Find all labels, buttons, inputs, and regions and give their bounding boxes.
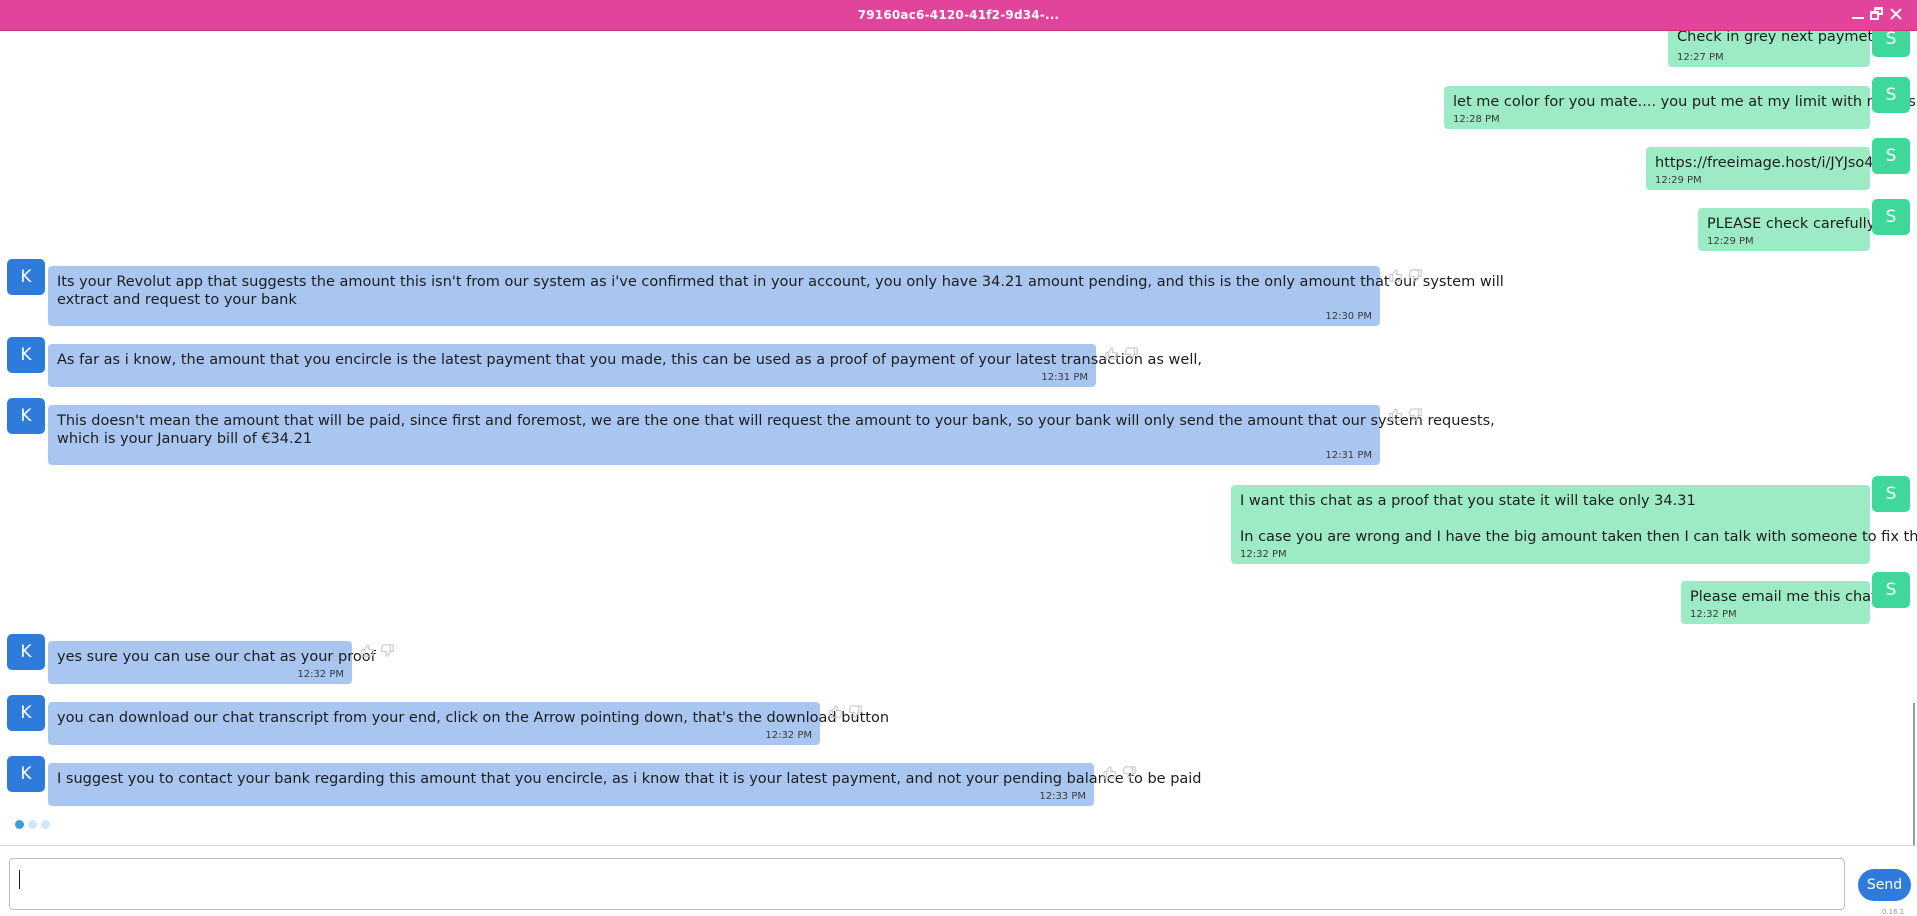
message-timestamp: 12:27 PM <box>1677 52 1724 63</box>
user-avatar: S <box>1872 31 1910 57</box>
chat-transcript[interactable]: Check in grey next paymetn 12:27 PM Slet m… <box>0 31 1917 845</box>
close-icon[interactable] <box>1888 6 1904 22</box>
message-text: Check in grey next paymetn <box>1677 31 1883 45</box>
agent-message-bubble: As far as i know, the amount that you en… <box>48 344 1202 387</box>
thumbs-up-icon[interactable] <box>1388 407 1403 422</box>
message-timestamp: 12:33 PM <box>1039 791 1086 802</box>
message-text: Please email me this chat. <box>1690 589 1882 605</box>
thumbs-up-icon[interactable] <box>1102 765 1117 780</box>
message-text: https://freeimage.host/i/JYJso4R <box>1655 155 1884 171</box>
message-text: you can download our chat transcript fro… <box>57 710 890 726</box>
thumbs-up-icon[interactable] <box>1388 268 1403 283</box>
window-title: 79160ac6-4120-41f2-9d34-... <box>857 8 1060 22</box>
agent-avatar: K <box>7 337 45 373</box>
agent-avatar: K <box>7 756 45 792</box>
user-avatar: S <box>1872 77 1910 113</box>
message-rating <box>828 704 868 720</box>
message-timestamp: 12:32 PM <box>1240 549 1287 560</box>
thumbs-down-icon[interactable] <box>1124 346 1139 361</box>
agent-message-bubble: This doesn't mean the amount that will b… <box>48 405 1495 465</box>
title-bar: 79160ac6-4120-41f2-9d34-... <box>0 0 1917 31</box>
thumbs-down-icon[interactable] <box>848 704 863 719</box>
typing-dot <box>28 820 37 829</box>
agent-avatar: K <box>7 695 45 731</box>
thumbs-down-icon[interactable] <box>380 643 395 658</box>
message-text: let me color for you mate.... you put me… <box>1453 94 1916 110</box>
message-rating <box>1388 268 1428 284</box>
user-message-bubble: Check in grey next paymetn 12:27 PM <box>1668 31 1883 67</box>
agent-avatar: K <box>7 259 45 295</box>
thumbs-down-icon[interactable] <box>1122 765 1137 780</box>
message-text: yes sure you can use our chat as your pr… <box>57 649 376 665</box>
agent-avatar: K <box>7 634 45 670</box>
message-rating <box>1102 765 1142 781</box>
message-text: Its your Revolut app that suggests the a… <box>57 274 1504 290</box>
message-input[interactable] <box>9 858 1845 910</box>
user-message-bubble: let me color for you mate.... you put me… <box>1444 86 1916 129</box>
user-avatar: S <box>1872 476 1910 512</box>
message-rating <box>1388 407 1428 423</box>
send-button[interactable]: Send <box>1858 869 1911 901</box>
typing-dot <box>15 820 24 829</box>
message-text: I want this chat as a proof that you sta… <box>1240 493 1696 509</box>
thumbs-up-icon[interactable] <box>360 643 375 658</box>
message-rating <box>360 643 400 659</box>
message-text: As far as i know, the amount that you en… <box>57 352 1202 368</box>
agent-avatar: K <box>7 398 45 434</box>
message-rating <box>1104 346 1144 362</box>
thumbs-down-icon[interactable] <box>1408 268 1423 283</box>
user-message-bubble: https://freeimage.host/i/JYJso4R 12:29 PM <box>1646 147 1884 190</box>
user-avatar: S <box>1872 199 1910 235</box>
typing-dot <box>41 820 50 829</box>
message-text: I suggest you to contact your bank regar… <box>57 771 1202 787</box>
message-timestamp: 12:29 PM <box>1707 236 1754 247</box>
message-text: extract and request to your bank <box>57 292 297 308</box>
message-composer: Send 0.16.1 <box>0 845 1917 916</box>
agent-message-bubble: I suggest you to contact your bank regar… <box>48 763 1202 806</box>
message-timestamp: 12:31 PM <box>1041 372 1088 383</box>
message-timestamp: 12:30 PM <box>1325 311 1372 322</box>
message-text: This doesn't mean the amount that will b… <box>57 413 1495 429</box>
message-text: which is your January bill of €34.21 <box>57 431 313 447</box>
text-caret <box>19 870 20 889</box>
agent-message-bubble: Its your Revolut app that suggests the a… <box>48 266 1504 326</box>
chat-scrollbar[interactable] <box>1913 703 1915 845</box>
user-message-bubble: Please email me this chat. 12:32 PM <box>1681 581 1882 624</box>
user-avatar: S <box>1872 138 1910 174</box>
message-timestamp: 12:29 PM <box>1655 175 1702 186</box>
thumbs-up-icon[interactable] <box>828 704 843 719</box>
thumbs-down-icon[interactable] <box>1408 407 1423 422</box>
message-timestamp: 12:32 PM <box>1690 609 1737 620</box>
message-timestamp: 12:31 PM <box>1325 450 1372 461</box>
user-avatar: S <box>1872 572 1910 608</box>
minimize-icon[interactable] <box>1850 6 1866 22</box>
user-message-bubble: I want this chat as a proof that you sta… <box>1231 485 1917 564</box>
typing-indicator <box>15 820 55 830</box>
restore-icon[interactable] <box>1869 6 1885 22</box>
message-text: In case you are wrong and I have the big… <box>1240 529 1917 545</box>
message-text: PLEASE check carefully <box>1707 216 1876 232</box>
message-timestamp: 12:32 PM <box>765 730 812 741</box>
thumbs-up-icon[interactable] <box>1104 346 1119 361</box>
message-timestamp: 12:28 PM <box>1453 114 1500 125</box>
agent-message-bubble: yes sure you can use our chat as your pr… <box>48 641 376 684</box>
agent-message-bubble: you can download our chat transcript fro… <box>48 702 890 745</box>
user-message-bubble: PLEASE check carefully 12:29 PM <box>1698 208 1876 251</box>
message-timestamp: 12:32 PM <box>297 669 344 680</box>
